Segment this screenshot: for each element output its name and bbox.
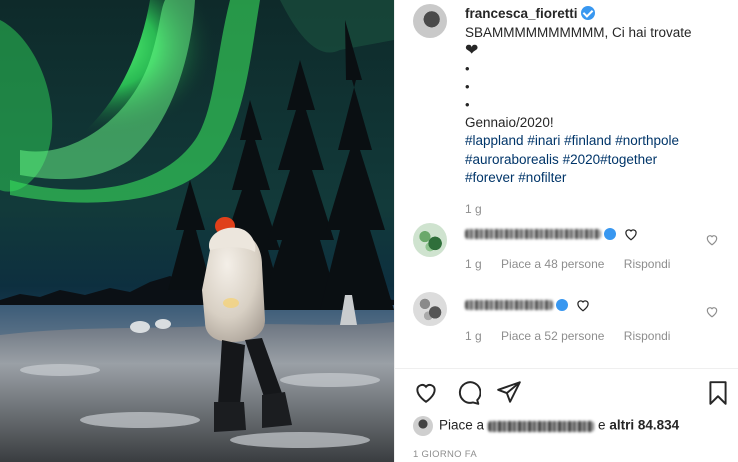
- author-username[interactable]: francesca_fioretti: [465, 6, 595, 21]
- comment-likes[interactable]: Piace a 52 persone: [501, 329, 604, 343]
- caption-text: SBAMMMMMMMMMM, Ci hai trovate: [465, 25, 692, 40]
- comment-time[interactable]: 1 g: [465, 329, 482, 343]
- author-avatar[interactable]: [413, 4, 447, 38]
- likes-connector: e: [598, 417, 606, 433]
- heart-outline-icon: [577, 300, 590, 312]
- hashtag-link[interactable]: #auroraborealis: [465, 152, 559, 167]
- caption-dot: •: [465, 79, 470, 94]
- post-details-panel: francesca_fioretti SBAMMMMMMMMMM, Ci hai…: [394, 0, 738, 462]
- comment-like-icon[interactable]: [705, 233, 719, 246]
- hashtag-link[interactable]: #inari: [527, 133, 560, 148]
- hashtag-link[interactable]: #nofilter: [518, 170, 566, 185]
- verified-badge-icon: [604, 227, 616, 240]
- post-timestamp[interactable]: 1 GIORNO FA: [413, 449, 477, 460]
- hashtag-list: #lappland #inari #finland #northpole #au…: [465, 132, 725, 188]
- comment-bubble-icon[interactable]: [455, 380, 481, 406]
- comment-meta: 1 g Piace a 48 persone Rispondi: [465, 257, 686, 271]
- verified-badge-icon: [556, 298, 568, 311]
- blurred-comment-text: [465, 299, 553, 310]
- comment-reply-button[interactable]: Rispondi: [624, 329, 671, 343]
- likes-prefix: Piace a: [439, 417, 485, 433]
- bookmark-icon[interactable]: [707, 380, 729, 406]
- comment-meta: 1 g Piace a 52 persone Rispondi: [465, 329, 686, 343]
- heart-outline-icon: [625, 229, 638, 241]
- commenter-avatar[interactable]: [413, 292, 447, 326]
- commenter-avatar[interactable]: [413, 223, 447, 257]
- comment-time[interactable]: 1 g: [465, 257, 482, 271]
- comment-row: [465, 226, 639, 241]
- verified-badge-icon: [580, 6, 595, 20]
- hashtag-link[interactable]: #2020#together: [563, 152, 658, 167]
- hashtag-link[interactable]: #northpole: [615, 133, 679, 148]
- likes-summary[interactable]: Piace a e altri 84.834: [413, 416, 679, 436]
- caption-date: Gennaio/2020!: [465, 115, 554, 130]
- hashtag-link[interactable]: #forever: [465, 170, 515, 185]
- comment-like-icon[interactable]: [705, 305, 719, 318]
- caption-dot: •: [465, 97, 470, 112]
- caption-timestamp[interactable]: 1 g: [465, 202, 482, 216]
- comment-reply-button[interactable]: Rispondi: [624, 257, 671, 271]
- heart-emoji-icon: ❤: [465, 42, 479, 59]
- blurred-comment-text: [465, 228, 601, 239]
- actions-divider: [395, 368, 738, 369]
- aurora-photo-image: [0, 0, 394, 462]
- blurred-liker-name: [488, 420, 595, 432]
- comment-row: [465, 297, 591, 312]
- paper-plane-icon[interactable]: [496, 380, 522, 404]
- liker-avatar: [413, 416, 433, 436]
- heart-outline-icon[interactable]: [413, 380, 439, 404]
- caption-dot: •: [465, 61, 470, 76]
- comment-likes[interactable]: Piace a 48 persone: [501, 257, 604, 271]
- likes-others-count[interactable]: altri 84.834: [609, 418, 679, 433]
- post-photo[interactable]: [0, 0, 394, 462]
- hashtag-link[interactable]: #lappland: [465, 133, 524, 148]
- post-caption: SBAMMMMMMMMMM, Ci hai trovate ❤ • • • Ge…: [465, 24, 725, 132]
- hashtag-link[interactable]: #finland: [564, 133, 611, 148]
- author-username-text[interactable]: francesca_fioretti: [465, 6, 578, 21]
